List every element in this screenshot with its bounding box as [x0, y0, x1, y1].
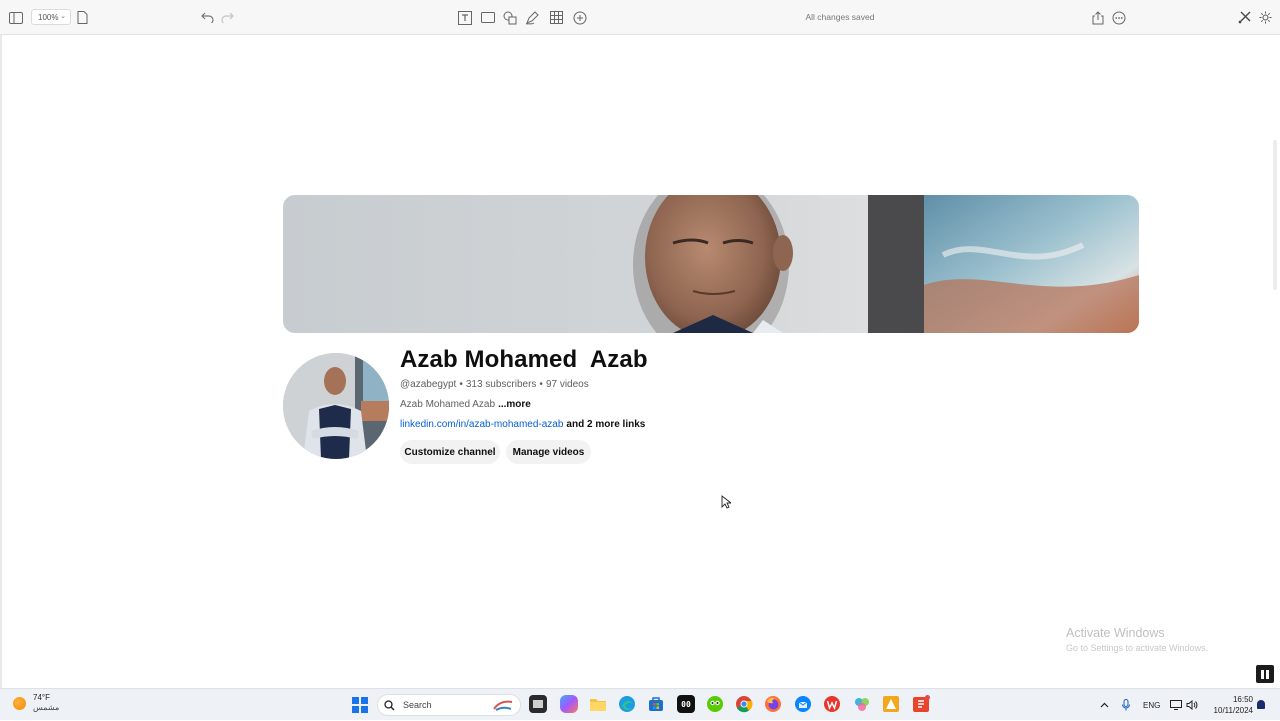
zoom-value: 100% — [38, 12, 59, 22]
language-indicator[interactable]: ENG — [1143, 689, 1160, 721]
colorful-app-icon[interactable] — [853, 695, 871, 713]
thunderbird-icon[interactable] — [794, 695, 812, 713]
weather-widget[interactable]: 74°F مشمس — [13, 693, 59, 713]
edge-browser-icon[interactable] — [618, 695, 636, 713]
watermark-title: Activate Windows — [1066, 626, 1165, 640]
sidebar-toggle-icon[interactable] — [5, 0, 27, 35]
clock-time: 16:50 — [1232, 695, 1253, 704]
shapes-icon[interactable] — [499, 0, 521, 35]
video-count: 97 videos — [545, 379, 589, 390]
undo-icon[interactable] — [196, 0, 218, 35]
zoom-select[interactable]: 100% ⌄ — [31, 9, 71, 25]
share-icon[interactable] — [1087, 0, 1109, 35]
canvas-left-edge — [0, 35, 2, 688]
terminal-app-icon[interactable]: 00 — [677, 695, 695, 713]
meta-separator: • — [539, 379, 543, 390]
add-circle-icon[interactable] — [569, 0, 591, 35]
watermark-subtitle: Go to Settings to activate Windows. — [1066, 643, 1209, 653]
more-links-button[interactable]: and 2 more links — [566, 419, 645, 430]
orange-app-icon[interactable] — [882, 695, 900, 713]
channel-handle: @azabegypt — [400, 379, 457, 390]
channel-name: Azab Mohamed Azab — [400, 346, 648, 373]
weather-temperature: 74°F — [33, 693, 50, 702]
vertical-scrollbar[interactable] — [1273, 140, 1277, 290]
customize-channel-button[interactable]: Customize channel — [400, 440, 500, 464]
sun-icon — [13, 696, 26, 710]
description-text: Azab Mohamed Azab — [400, 399, 496, 410]
more-options-icon[interactable] — [1108, 0, 1130, 35]
activate-windows-watermark: Activate Windows Go to Settings to activ… — [1066, 626, 1266, 653]
wps-office-icon[interactable] — [823, 695, 841, 713]
copilot-icon[interactable] — [560, 695, 578, 713]
redo-icon[interactable] — [216, 0, 238, 35]
channel-banner-image — [283, 195, 1139, 333]
volume-icon[interactable] — [1186, 689, 1198, 721]
search-label: Search — [403, 700, 432, 710]
subscriber-count: 313 subscribers — [465, 379, 537, 390]
channel-avatar[interactable] — [283, 353, 389, 459]
channel-meta: @azabegypt • 313 subscribers • 97 videos — [400, 379, 589, 390]
duolingo-icon[interactable] — [706, 695, 724, 713]
save-status: All changes saved — [805, 12, 875, 22]
search-icon — [384, 699, 395, 710]
network-icon[interactable] — [1170, 689, 1182, 721]
channel-description[interactable]: Azab Mohamed Azab ...more — [400, 399, 531, 410]
slides-app-icon[interactable] — [912, 695, 930, 713]
chevron-down-icon: ⌄ — [60, 13, 66, 20]
tray-overflow-icon[interactable] — [1100, 689, 1109, 721]
meta-separator: • — [459, 379, 463, 390]
text-box-icon[interactable] — [454, 0, 476, 35]
search-highlight-icon — [493, 700, 513, 711]
microsoft-store-icon[interactable] — [647, 695, 665, 713]
more-link[interactable]: ...more — [498, 399, 531, 410]
pause-button[interactable] — [1256, 665, 1274, 683]
mouse-cursor-icon — [721, 495, 733, 509]
pen-icon[interactable] — [521, 0, 543, 35]
rectangle-icon[interactable] — [477, 0, 499, 35]
notification-bell-icon[interactable] — [1257, 700, 1265, 709]
tools-icon[interactable] — [1233, 0, 1255, 35]
file-explorer-dark-icon[interactable] — [529, 695, 547, 713]
manage-videos-button[interactable]: Manage videos — [506, 440, 591, 464]
weather-condition: مشمس — [33, 703, 60, 712]
windows-start-icon[interactable] — [352, 697, 368, 713]
clock-date: 10/11/2024 — [1213, 706, 1253, 715]
page-icon[interactable] — [71, 0, 93, 35]
theme-sun-icon[interactable] — [1254, 0, 1276, 35]
channel-links: linkedin.com/in/azab-mohamed-azab and 2 m… — [400, 419, 645, 430]
chrome-icon[interactable] — [735, 695, 753, 713]
windows-taskbar: 74°F مشمس Search 00 ENG 16:50 10/11/2024 — [0, 688, 1280, 720]
linkedin-link[interactable]: linkedin.com/in/azab-mohamed-azab — [400, 419, 563, 430]
taskbar-search[interactable]: Search — [377, 694, 521, 716]
system-clock[interactable]: 16:50 10/11/2024 — [1205, 694, 1253, 716]
table-icon[interactable] — [545, 0, 567, 35]
app-toolbar: 100% ⌄ All changes saved — [0, 0, 1280, 35]
microphone-icon[interactable] — [1122, 689, 1130, 721]
folder-icon[interactable] — [589, 695, 607, 713]
firefox-icon[interactable] — [764, 695, 782, 713]
